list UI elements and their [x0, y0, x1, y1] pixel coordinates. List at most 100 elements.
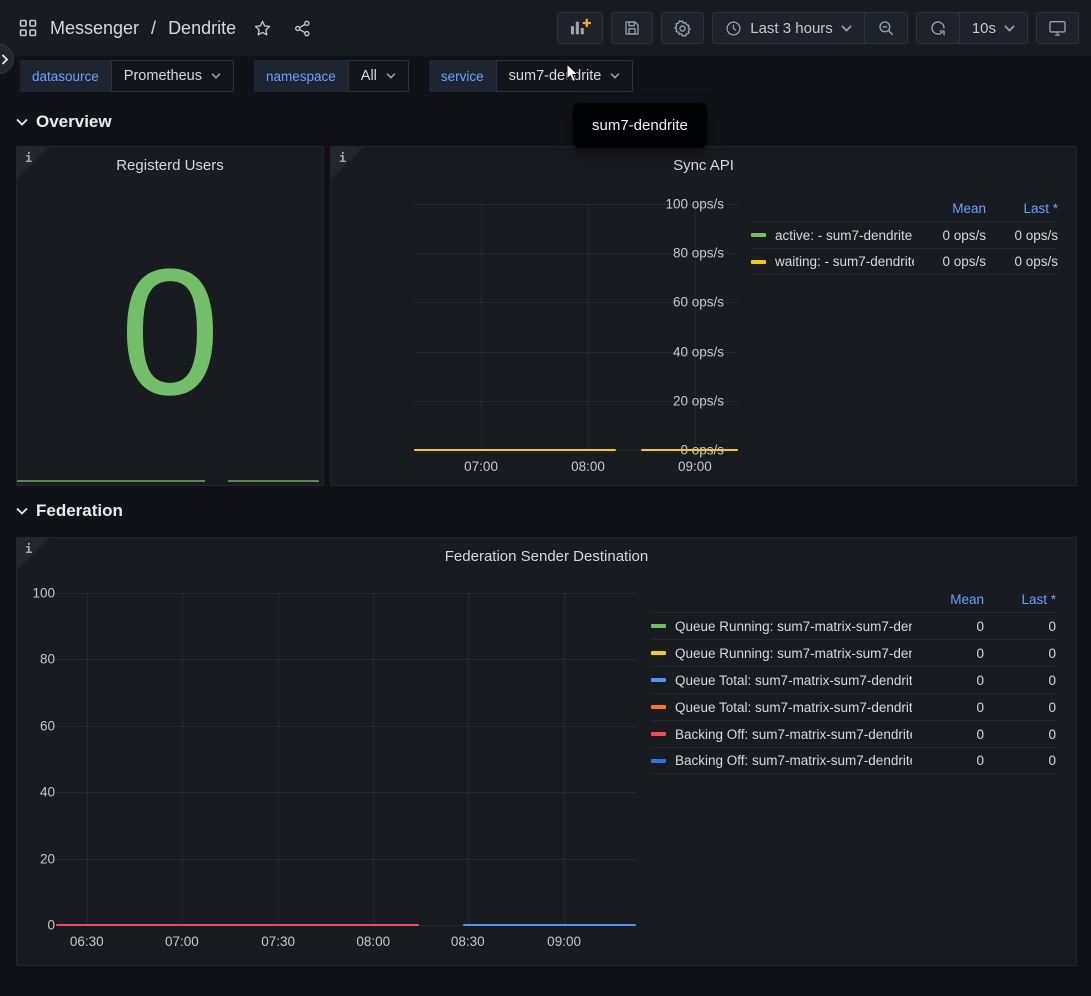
breadcrumb-dashboard-title[interactable]: Messenger [50, 18, 139, 39]
y-gridline [414, 302, 738, 303]
legend-column-mean[interactable]: Mean [912, 592, 984, 607]
sparkline-segment [228, 480, 319, 482]
dashboard-settings-button[interactable] [661, 12, 704, 44]
legend-series-name[interactable]: Backing Off: sum7-matrix-sum7-dendrite [651, 727, 912, 742]
legend-series-name[interactable]: waiting: - sum7-dendrite [751, 254, 914, 269]
breadcrumb-page-title[interactable]: Dendrite [168, 18, 236, 39]
legend-series-label: active: - sum7-dendrite [775, 228, 912, 243]
y-tick-label: 60 [40, 718, 55, 733]
legend-series-swatch [651, 759, 666, 763]
legend-series-row[interactable]: Backing Off: sum7-matrix-sum7-dendrite00 [651, 747, 1056, 774]
service-value-tooltip: sum7-dendrite [573, 103, 707, 148]
chevron-down-icon [16, 507, 28, 515]
y-gridline [56, 859, 636, 860]
legend-series-row[interactable]: Queue Total: sum7-matrix-sum7-dendrite00 [651, 693, 1056, 720]
refresh-dashboard-button[interactable] [917, 13, 959, 43]
panel-title[interactable]: Registerd Users [17, 157, 323, 174]
chart-plot-area[interactable] [56, 593, 636, 925]
gear-icon [673, 19, 692, 38]
legend-series-last: 0 ops/s [986, 228, 1058, 243]
circular-arrows-icon [929, 19, 947, 37]
variable-service-label: service [429, 60, 496, 92]
legend-series-name[interactable]: Queue Running: sum7-matrix-sum7-dendrite [651, 619, 912, 634]
chevron-down-icon [1004, 25, 1015, 32]
x-gridline [564, 593, 565, 925]
legend-column-mean[interactable]: Mean [914, 201, 986, 216]
legend-series-row[interactable]: Queue Running: sum7-matrix-sum7-dendrite… [651, 612, 1056, 639]
legend-series-label: waiting: - sum7-dendrite [775, 254, 914, 269]
panel-title[interactable]: Sync API [331, 157, 1076, 174]
legend-series-last: 0 ops/s [986, 254, 1058, 269]
variable-namespace: namespace All [254, 60, 409, 92]
time-range-picker[interactable]: Last 3 hours [713, 13, 864, 43]
legend-series-mean: 0 ops/s [914, 228, 986, 243]
legend-series-swatch [651, 678, 666, 682]
y-gridline [414, 352, 738, 353]
legend-series-name[interactable]: Queue Total: sum7-matrix-sum7-dendrite [651, 673, 912, 688]
x-tick-label: 07:30 [261, 934, 295, 949]
y-tick-label: 80 [40, 652, 55, 667]
legend-series-label: Backing Off: sum7-matrix-sum7-dendrite [675, 727, 912, 742]
legend-series-label: Queue Total: sum7-matrix-sum7-dendrite [675, 700, 912, 715]
legend-series-mean: 0 [912, 646, 984, 661]
sparkline-segment [17, 480, 205, 482]
x-tick-label: 07:00 [464, 459, 498, 474]
y-tick-label: 100 [32, 586, 55, 601]
legend-series-mean: 0 [912, 673, 984, 688]
legend-series-row[interactable]: active: - sum7-dendrite0 ops/s0 ops/s [751, 221, 1058, 248]
legend-series-swatch [751, 233, 766, 237]
kiosk-mode-button[interactable] [1036, 12, 1079, 44]
legend-series-row[interactable]: Queue Running: sum7-matrix-sum7-dendrite… [651, 639, 1056, 666]
variable-datasource-picker[interactable]: Prometheus [111, 60, 234, 92]
star-outline-icon[interactable] [248, 14, 276, 42]
dashboard-toolbar: Last 3 hours [557, 12, 1079, 44]
apps-grid-icon[interactable] [18, 18, 38, 38]
legend-series-name[interactable]: Backing Off: sum7-matrix-sum7-dendrite [651, 753, 912, 768]
variable-datasource: datasource Prometheus [20, 60, 234, 92]
legend-column-last[interactable]: Last * [984, 592, 1056, 607]
chart-plot-area[interactable] [414, 204, 738, 450]
add-panel-button[interactable] [557, 12, 603, 44]
variable-namespace-picker[interactable]: All [348, 60, 409, 92]
refresh-interval-picker[interactable]: 10s [960, 13, 1027, 43]
legend-column-last[interactable]: Last * [986, 201, 1058, 216]
variable-service: service sum7-dendrite [429, 60, 633, 92]
y-gridline [414, 253, 738, 254]
panel-title[interactable]: Federation Sender Destination [17, 548, 1076, 565]
legend-series-row[interactable]: Queue Total: sum7-matrix-sum7-dendrite00 [651, 666, 1056, 693]
chevron-down-icon [16, 118, 28, 126]
panel-sync-api: i Sync API 100 ops/s80 ops/s60 ops/s40 o… [330, 146, 1077, 486]
zoom-out-time-button[interactable] [865, 13, 907, 43]
legend-series-label: Queue Running: sum7-matrix-sum7-dendrite [675, 646, 912, 661]
variable-datasource-label: datasource [20, 60, 111, 92]
share-icon[interactable] [288, 14, 316, 42]
series-line-segment [414, 449, 616, 451]
save-dashboard-button[interactable] [611, 12, 653, 44]
variable-datasource-value: Prometheus [124, 68, 202, 84]
section-row-federation[interactable]: Federation [16, 501, 123, 521]
variable-namespace-value: All [361, 68, 377, 84]
x-gridline [695, 204, 696, 450]
chart-legend: MeanLast *active: - sum7-dendrite0 ops/s… [751, 195, 1058, 275]
clock-icon [725, 20, 742, 37]
legend-series-last: 0 [984, 727, 1056, 742]
legend-series-name[interactable]: Queue Running: sum7-matrix-sum7-dendrite [651, 646, 912, 661]
legend-series-name[interactable]: active: - sum7-dendrite [751, 228, 914, 243]
legend-series-name[interactable]: Queue Total: sum7-matrix-sum7-dendrite [651, 700, 912, 715]
variable-service-picker[interactable]: sum7-dendrite [496, 60, 634, 92]
y-gridline [414, 401, 738, 402]
legend-series-last: 0 [984, 700, 1056, 715]
series-line-segment [641, 449, 738, 451]
magnifier-minus-icon [877, 19, 895, 37]
y-tick-label: 40 [40, 785, 55, 800]
legend-series-row[interactable]: waiting: - sum7-dendrite0 ops/s0 ops/s [751, 248, 1058, 275]
legend-series-label: Backing Off: sum7-matrix-sum7-dendrite [675, 753, 912, 768]
y-gridline [56, 659, 636, 660]
floppy-disk-icon [623, 19, 641, 37]
legend-header-row: MeanLast * [751, 195, 1058, 221]
bar-chart-plus-icon [569, 18, 591, 38]
section-row-overview[interactable]: Overview [16, 112, 112, 132]
chevron-down-icon [610, 73, 620, 79]
x-gridline [182, 593, 183, 925]
legend-series-row[interactable]: Backing Off: sum7-matrix-sum7-dendrite00 [651, 720, 1056, 747]
